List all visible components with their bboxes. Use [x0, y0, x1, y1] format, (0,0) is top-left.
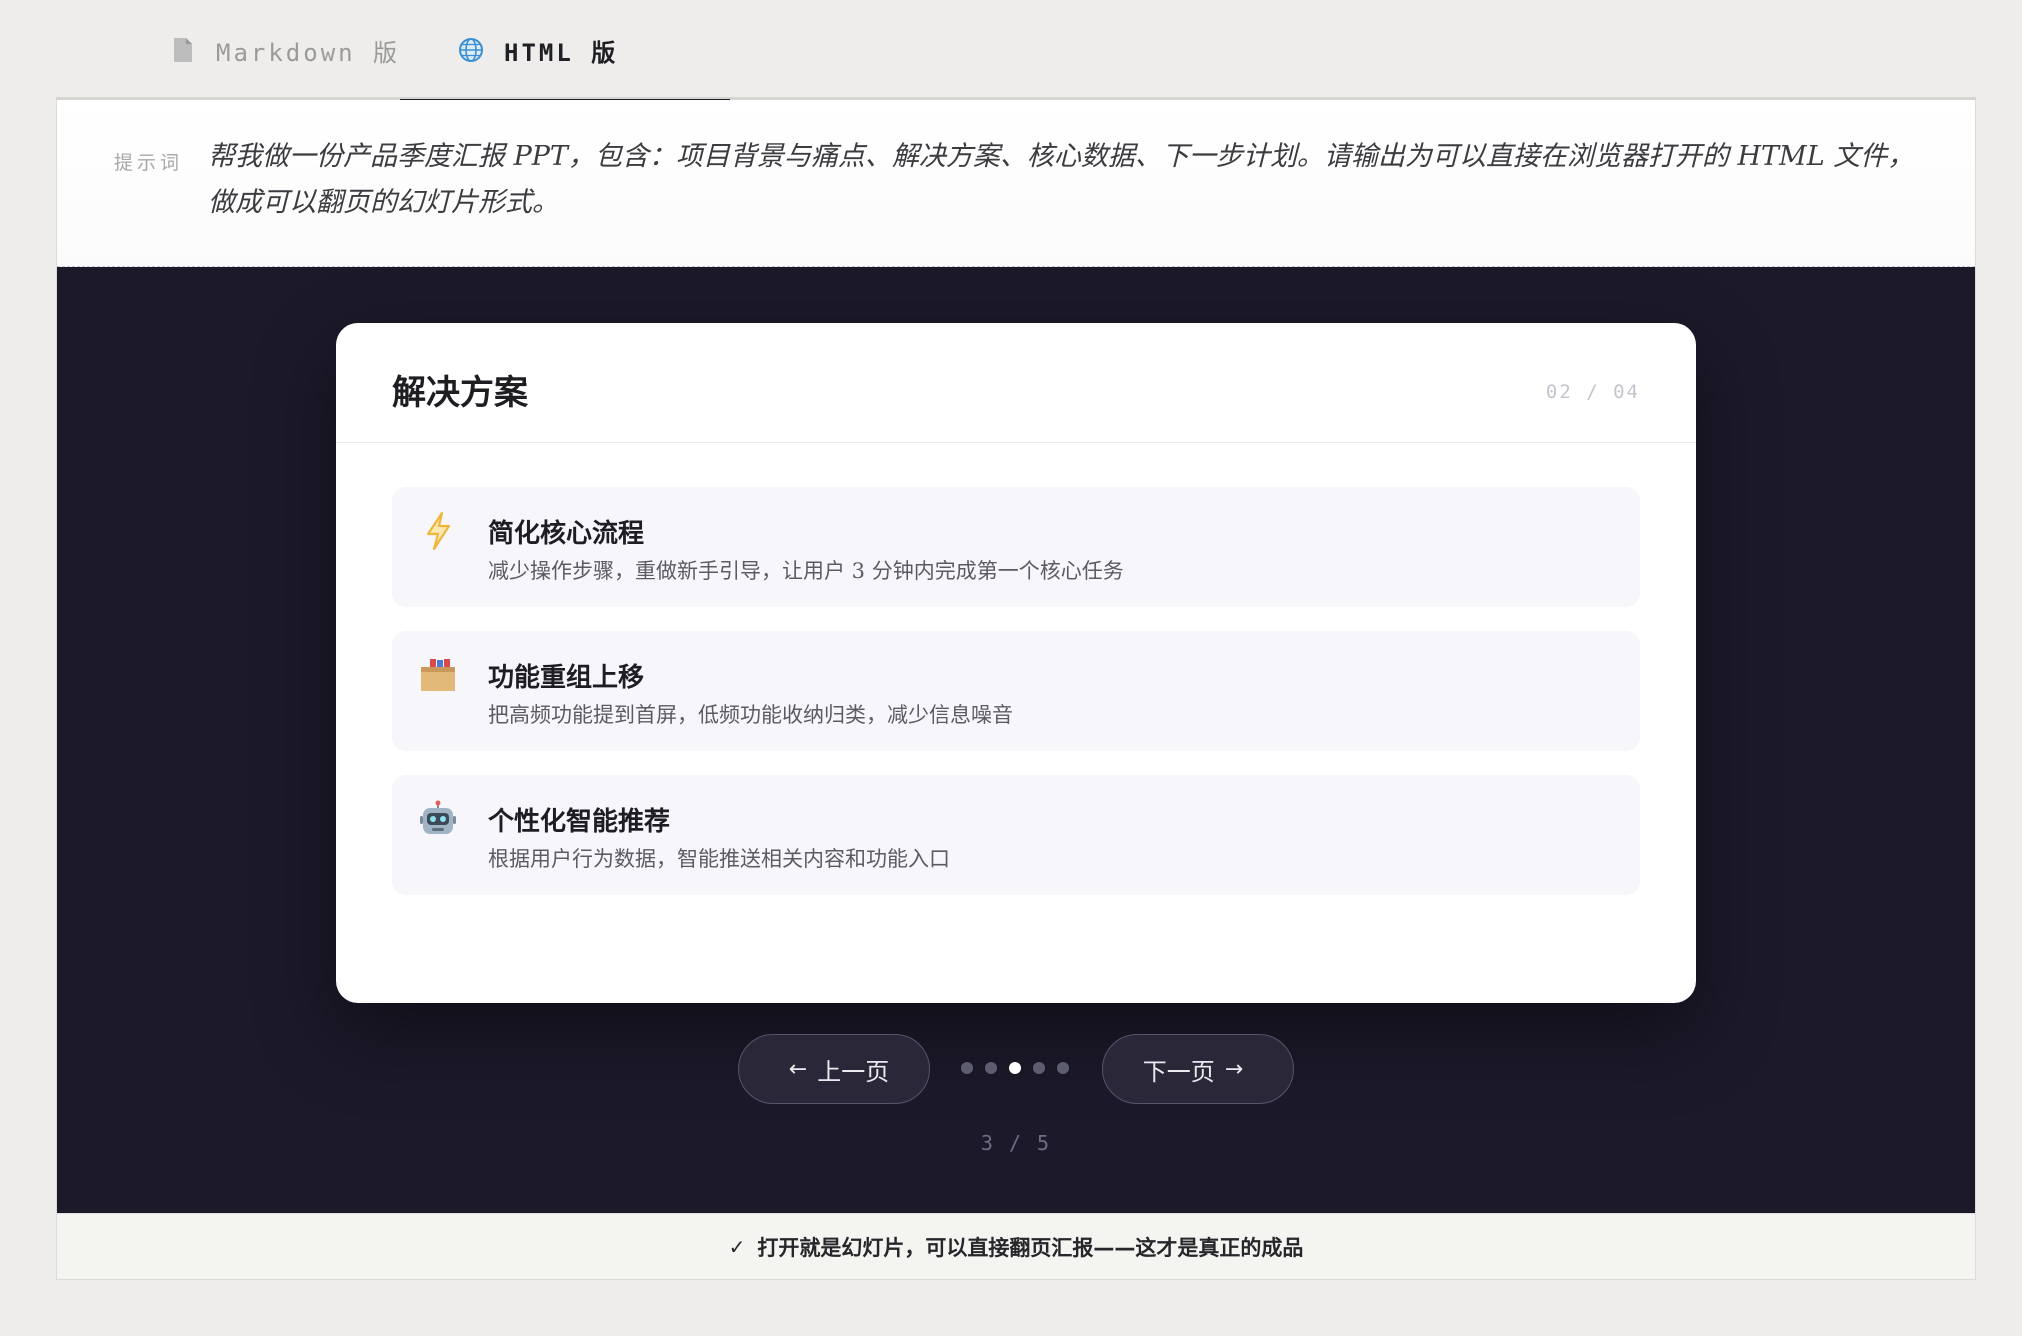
item-title: 个性化智能推荐 [488, 807, 671, 837]
next-label: 下一页 [1142, 1057, 1215, 1086]
prev-label: 上一页 [817, 1057, 890, 1086]
footer-note: ✓ 打开就是幻灯片，可以直接翻页汇报——这才是真正的成品 [57, 1213, 1975, 1279]
tab-markdown[interactable]: Markdown 版 [112, 0, 402, 100]
slide-dots [961, 1062, 1081, 1076]
slide-dot[interactable] [985, 1062, 997, 1074]
footer-text: 打开就是幻灯片，可以直接翻页汇报——这才是真正的成品 [757, 1235, 1304, 1260]
slide-card: 解决方案 02 / 04 简化核心流程 减少操作步骤，重做新手引导，让用户 3 … [336, 323, 1696, 1003]
prev-slide-button[interactable]: ← 上一页 [738, 1034, 930, 1104]
item-desc: 把高频功能提到首屏，低频功能收纳归类，减少信息噪音 [488, 703, 1013, 727]
box-icon [418, 655, 458, 695]
slide-dot[interactable] [1057, 1062, 1069, 1074]
tab-html-label: HTML 版 [504, 38, 619, 67]
arrow-left-icon: ← [788, 1056, 808, 1082]
solution-list: 简化核心流程 减少操作步骤，重做新手引导，让用户 3 分钟内完成第一个核心任务 [392, 487, 1640, 919]
preview-panel: 提示词 帮我做一份产品季度汇报 PPT，包含：项目背景与痛点、解决方案、核心数据… [56, 100, 1976, 1280]
slide-dot[interactable] [1033, 1062, 1045, 1074]
slide-stage: 解决方案 02 / 04 简化核心流程 减少操作步骤，重做新手引导，让用户 3 … [57, 267, 1975, 1214]
lightning-icon [418, 511, 458, 551]
item-title: 简化核心流程 [488, 519, 645, 549]
item-desc: 根据用户行为数据，智能推送相关内容和功能入口 [488, 847, 950, 871]
tab-bar: Markdown 版 HTML 版 [56, 0, 1976, 103]
slide-dot-active[interactable] [1009, 1062, 1021, 1074]
arrow-right-icon: → [1224, 1056, 1244, 1082]
robot-icon [418, 799, 458, 839]
tab-markdown-label: Markdown 版 [216, 38, 401, 67]
slide-counter: 3 / 5 [980, 1131, 1052, 1155]
list-item: 简化核心流程 减少操作步骤，重做新手引导，让用户 3 分钟内完成第一个核心任务 [392, 487, 1640, 607]
document-icon [168, 35, 198, 65]
list-item: 功能重组上移 把高频功能提到首屏，低频功能收纳归类，减少信息噪音 [392, 631, 1640, 751]
prompt-text: 帮我做一份产品季度汇报 PPT，包含：项目背景与痛点、解决方案、核心数据、下一步… [208, 141, 1915, 218]
item-desc: 减少操作步骤，重做新手引导，让用户 3 分钟内完成第一个核心任务 [488, 559, 1124, 583]
prompt-label: 提示词 [114, 152, 184, 174]
list-item: 个性化智能推荐 根据用户行为数据，智能推送相关内容和功能入口 [392, 775, 1640, 895]
slide-title: 解决方案 [392, 373, 528, 413]
check-icon: ✓ [728, 1234, 746, 1259]
prompt-area: 提示词 帮我做一份产品季度汇报 PPT，包含：项目背景与痛点、解决方案、核心数据… [57, 100, 1975, 267]
next-slide-button[interactable]: 下一页 → [1102, 1034, 1294, 1104]
slide-header: 解决方案 02 / 04 [336, 323, 1696, 443]
globe-icon [456, 35, 486, 65]
item-title: 功能重组上移 [488, 663, 645, 693]
slide-dot[interactable] [961, 1062, 973, 1074]
tab-html[interactable]: HTML 版 [400, 0, 730, 103]
slide-page-number: 02 / 04 [1545, 381, 1640, 403]
